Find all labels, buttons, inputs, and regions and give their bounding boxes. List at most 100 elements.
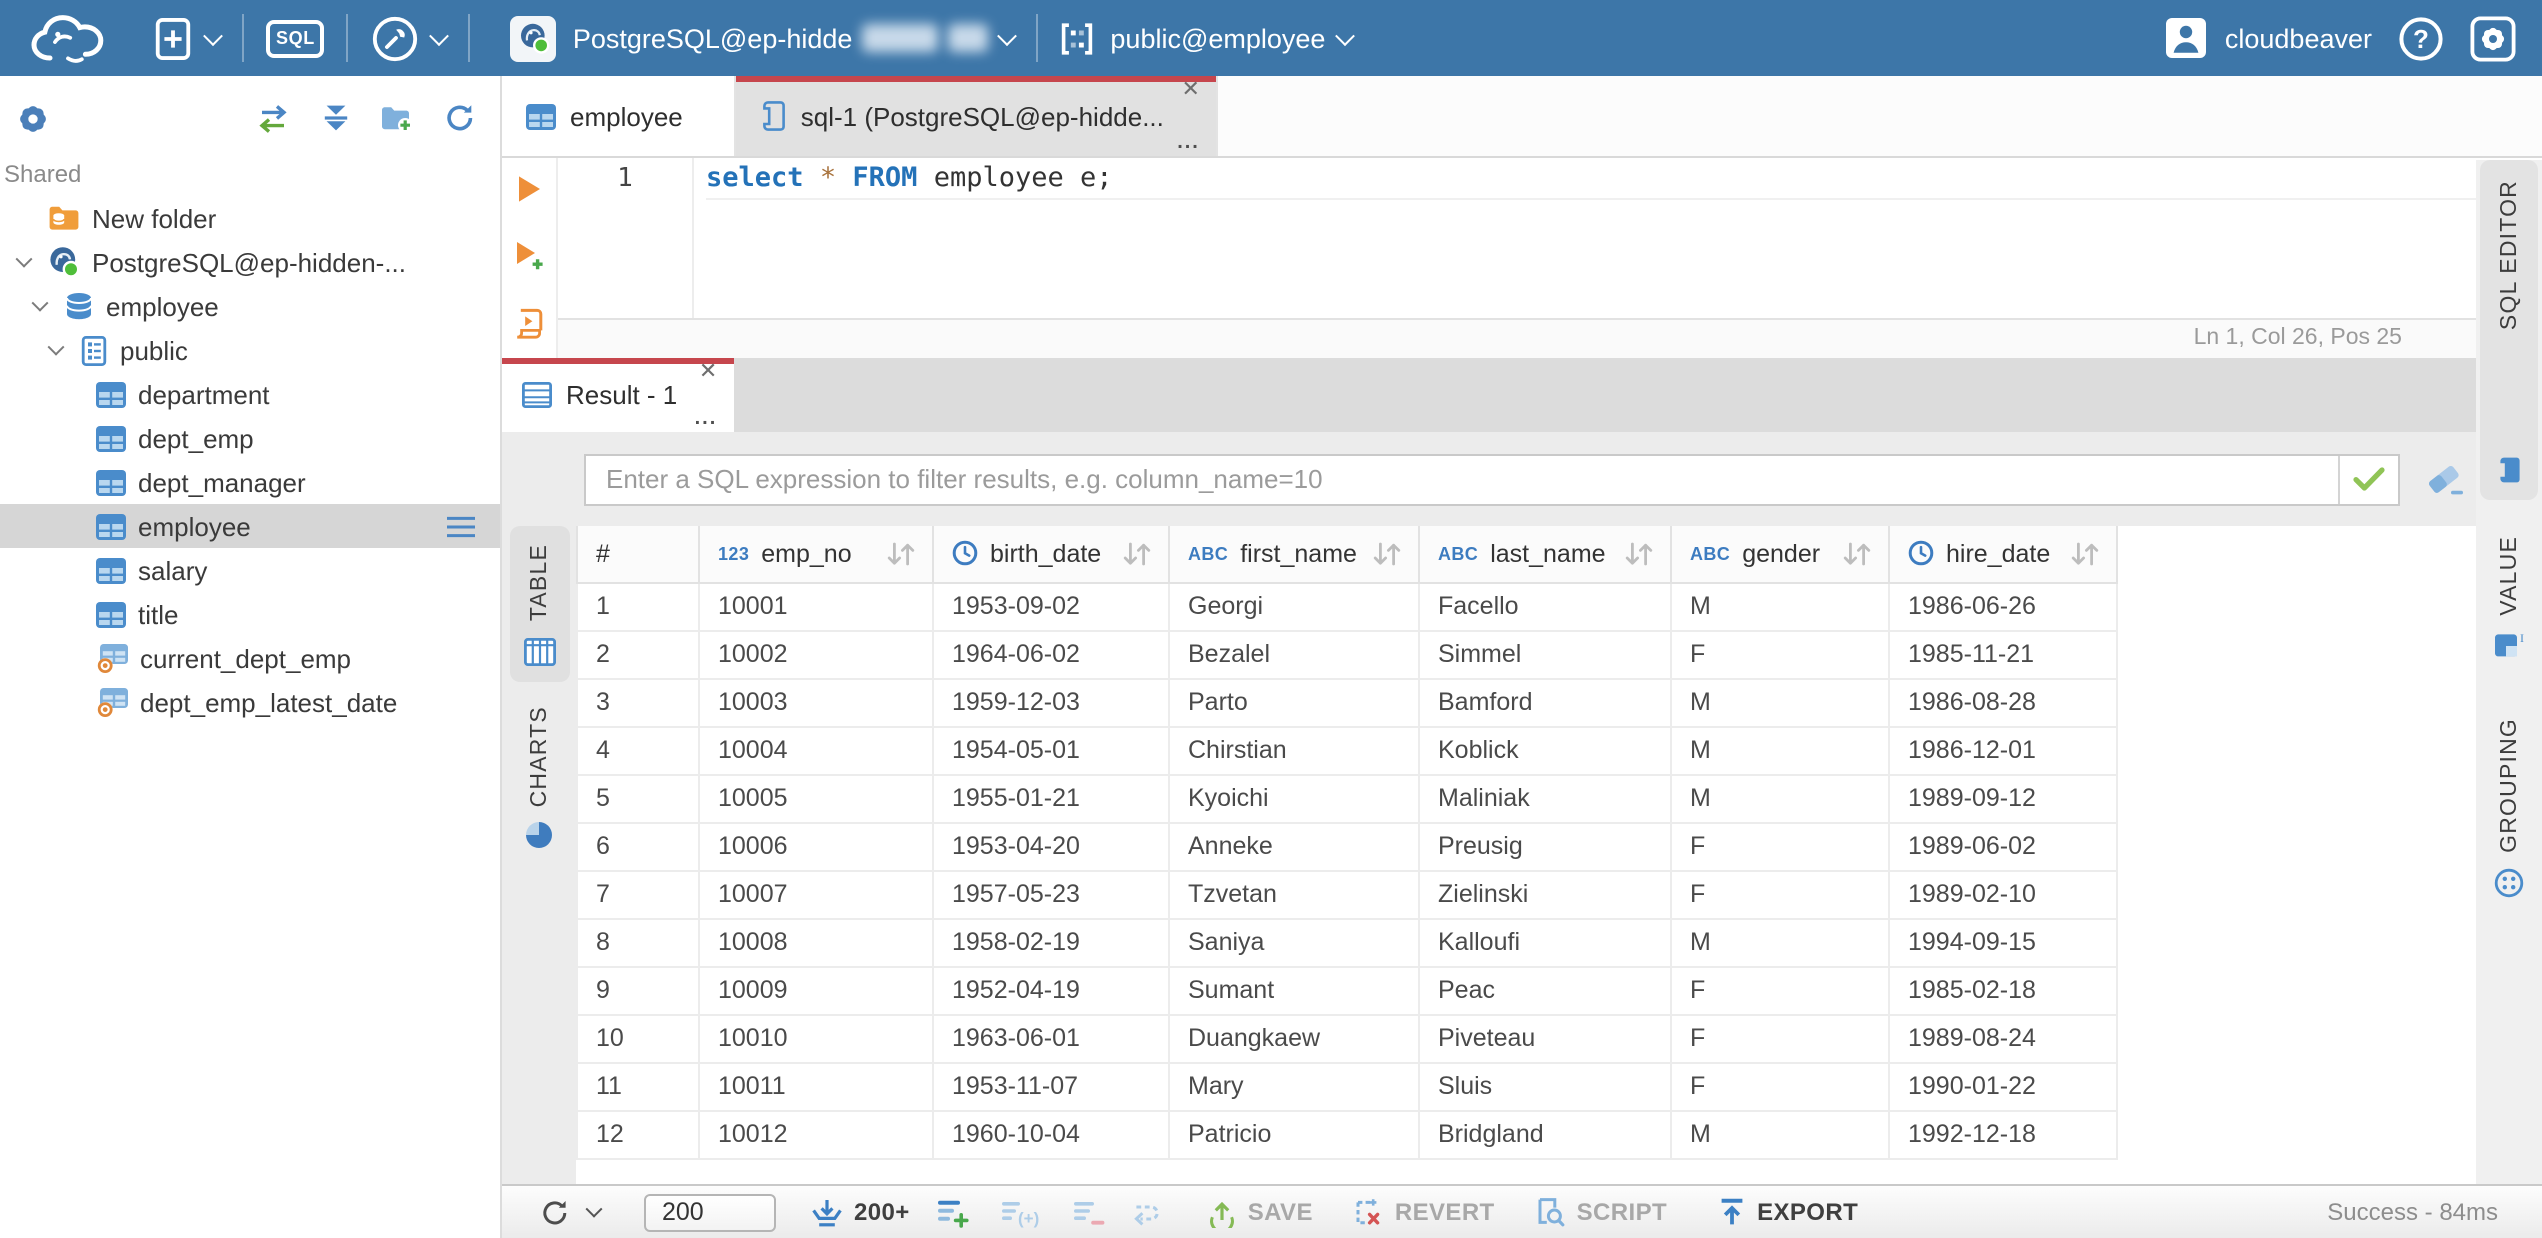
cell[interactable]: 10005 [698,773,934,823]
cell[interactable]: M [1670,917,1890,967]
refresh-result-button[interactable] [540,1197,603,1227]
sort-icon[interactable] [1372,542,1402,566]
cell[interactable]: 1959-12-03 [932,677,1170,727]
close-tab-icon[interactable]: ✕ [1181,79,1199,102]
cell[interactable]: Mary [1168,1061,1420,1111]
cell[interactable]: F [1670,1061,1890,1111]
sql-statement[interactable]: select * FROM employee e; [706,158,2542,200]
apply-filter-button[interactable] [2338,455,2398,503]
tree-item-dept-manager[interactable]: dept_manager [0,460,500,504]
column-header-birth_date[interactable]: birth_date [932,526,1170,583]
tree-item-postgresql-ep-hidden-[interactable]: PostgreSQL@ep-hidden-... [0,240,500,284]
cell[interactable]: 1985-11-21 [1888,629,2118,679]
cell[interactable]: Koblick [1418,725,1672,775]
cell[interactable]: 10012 [698,1109,934,1159]
execute-query-button[interactable] [516,174,542,204]
script-button[interactable]: SCRIPT [1535,1196,1667,1228]
cell[interactable]: 10007 [698,869,934,919]
tab-employee[interactable]: employee [502,76,737,156]
cell[interactable]: Bamford [1418,677,1672,727]
tree-item-department[interactable]: department [0,372,500,416]
cell[interactable]: 1990-01-22 [1888,1061,2118,1111]
cell[interactable]: Piveteau [1418,1013,1672,1063]
tree-item-employee[interactable]: employee [0,284,500,328]
user-menu[interactable]: cloudbeaver [2165,16,2372,60]
save-button[interactable]: SAVE [1206,1196,1313,1228]
cell[interactable]: 1986-12-01 [1888,725,2118,775]
export-button[interactable]: EXPORT [1715,1196,1858,1228]
cell[interactable]: 1992-12-18 [1888,1109,2118,1159]
tab-sql-editor[interactable]: sql-1 (PostgreSQL@ep-hidde... ✕ ... [736,76,1218,156]
cell[interactable]: 1953-11-07 [932,1061,1170,1111]
execute-script-button[interactable] [514,308,544,340]
tree-item-dept-emp-latest-date[interactable]: dept_emp_latest_date [0,680,500,724]
cell[interactable]: F [1670,629,1890,679]
cell[interactable]: 1958-02-19 [932,917,1170,967]
cell[interactable]: M [1670,773,1890,823]
cell[interactable]: Sumant [1168,965,1420,1015]
sort-icon[interactable] [1842,542,1872,566]
cell[interactable]: 1954-05-01 [932,725,1170,775]
cell[interactable]: Georgi [1168,581,1420,631]
cell[interactable]: 10006 [698,821,934,871]
tree-item-current-dept-emp[interactable]: current_dept_emp [0,636,500,680]
cell[interactable]: 1986-06-26 [1888,581,2118,631]
open-sql-editor-button[interactable]: SQL [266,19,325,57]
tree-item-salary[interactable]: salary [0,548,500,592]
cell[interactable]: 10010 [698,1013,934,1063]
column-header-gender[interactable]: ABC gender [1670,526,1890,583]
cell[interactable]: 10004 [698,725,934,775]
tab-menu-icon[interactable]: ... [695,409,718,430]
tree-item-new-folder[interactable]: New folder [0,196,500,240]
expand-chevron-icon[interactable] [44,338,68,356]
help-button[interactable]: ? [2398,15,2444,61]
cell[interactable]: Chirstian [1168,725,1420,775]
sort-icon[interactable] [1122,542,1152,566]
cell[interactable]: Bezalel [1168,629,1420,679]
cell[interactable]: 1953-09-02 [932,581,1170,631]
tab-result-1[interactable]: Result - 1 ✕ ... [502,358,734,432]
cell[interactable]: 1952-04-19 [932,965,1170,1015]
settings-button[interactable] [2470,15,2516,61]
fetch-more-rows-button[interactable]: 200+ [810,1197,910,1227]
tab-sql-editor-panel[interactable]: SQL EDITOR [2480,160,2538,500]
cell[interactable]: 1960-10-04 [932,1109,1170,1159]
cell[interactable]: Facello [1418,581,1672,631]
cell[interactable]: 10009 [698,965,934,1015]
cell[interactable]: 1963-06-01 [932,1013,1170,1063]
expand-chevron-icon[interactable] [12,250,36,268]
cell[interactable]: 1986-08-28 [1888,677,2118,727]
clear-filter-eraser-icon[interactable] [2426,462,2468,496]
refresh-tree-icon[interactable] [444,102,476,134]
sync-connection-icon[interactable] [254,103,292,133]
cell[interactable]: Anneke [1168,821,1420,871]
cell[interactable]: F [1670,1013,1890,1063]
cell[interactable]: Kyoichi [1168,773,1420,823]
duplicate-row-button[interactable]: (+) [1001,1197,1042,1227]
cell[interactable]: 1994-09-15 [1888,917,2118,967]
tab-value-panel[interactable]: VALUE I [2480,516,2538,674]
cell[interactable]: 10011 [698,1061,934,1111]
cell[interactable]: 1955-01-21 [932,773,1170,823]
cell[interactable]: Tzvetan [1168,869,1420,919]
cell[interactable]: Patricio [1168,1109,1420,1159]
tree-item-public[interactable]: public [0,328,500,372]
cell[interactable]: Peac [1418,965,1672,1015]
tree-item-title[interactable]: title [0,592,500,636]
cell[interactable]: M [1670,725,1890,775]
execute-new-tab-button[interactable] [513,240,545,272]
tab-charts-presentation[interactable]: CHARTS [509,687,569,864]
revert-button[interactable]: REVERT [1353,1196,1495,1228]
cell[interactable]: 1989-02-10 [1888,869,2118,919]
tree-item-employee[interactable]: employee [0,504,500,548]
cell[interactable]: 10001 [698,581,934,631]
cell[interactable]: 1989-08-24 [1888,1013,2118,1063]
code-area[interactable]: select * FROM employee e; [694,158,2542,318]
cell[interactable]: Zielinski [1418,869,1672,919]
column-header-last_name[interactable]: ABC last_name [1418,526,1672,583]
schema-selector[interactable]: public@employee [1060,21,1355,55]
cell[interactable]: F [1670,965,1890,1015]
cell[interactable]: 1964-06-02 [932,629,1170,679]
cell[interactable]: F [1670,869,1890,919]
delete-row-button[interactable] [1073,1197,1106,1227]
